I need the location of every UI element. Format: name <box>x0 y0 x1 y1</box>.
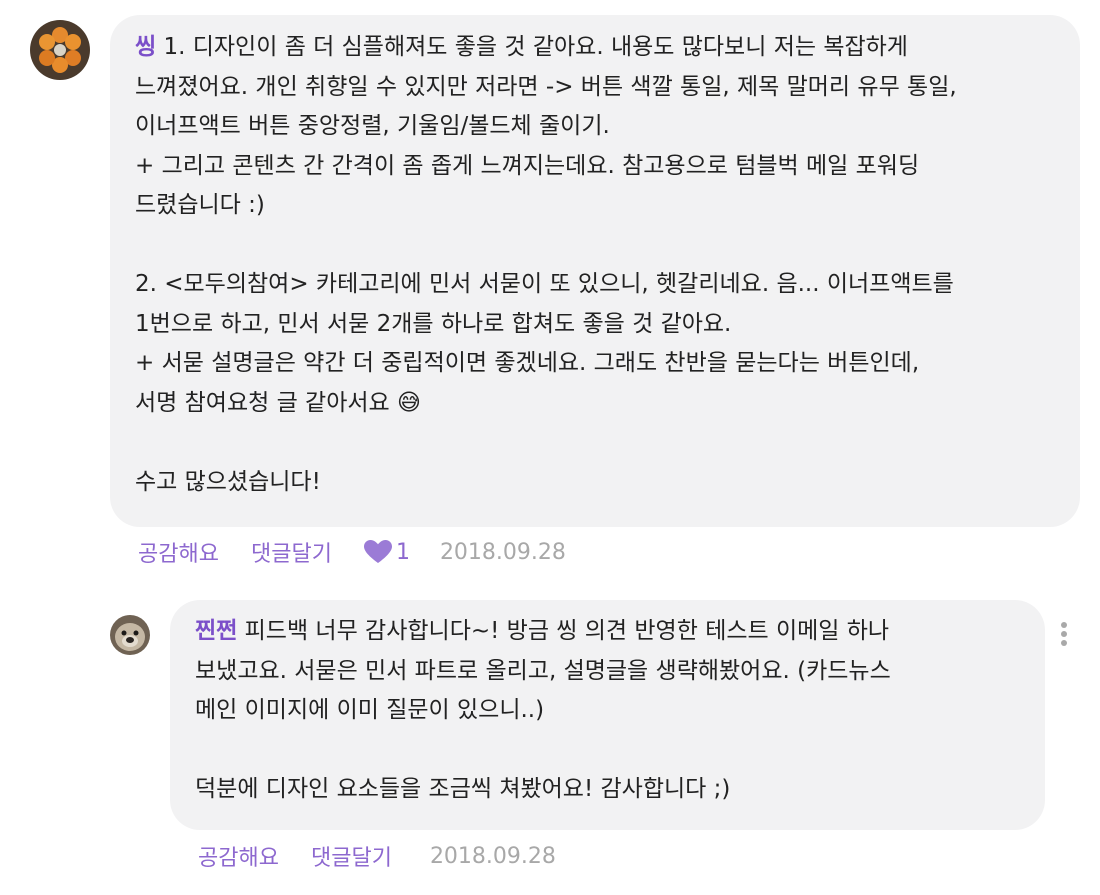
comment-text: 씽 1. 디자인이 좀 더 심플해져도 좋을 것 같아요. 내용도 많다보니 저… <box>135 28 1070 502</box>
reply-button[interactable]: 댓글달기 <box>251 536 332 568</box>
comment-actions: 공감해요 댓글달기 1 2018.09.28 <box>138 536 566 568</box>
reply-like-button[interactable]: 공감해요 <box>198 840 279 872</box>
heart-icon <box>363 540 392 563</box>
like-count[interactable]: 1 <box>363 539 410 565</box>
reply-reply-button[interactable]: 댓글달기 <box>311 840 392 872</box>
comment-body: 1. 디자인이 좀 더 심플해져도 좋을 것 같아요. 내용도 많다보니 저는 … <box>135 34 957 495</box>
oranges-avatar-image <box>30 20 90 80</box>
like-count-value: 1 <box>395 539 410 565</box>
more-vertical-icon[interactable] <box>1058 620 1070 650</box>
reply-avatar[interactable] <box>110 615 150 655</box>
reply-actions: 공감해요 댓글달기 2018.09.28 <box>198 840 556 872</box>
avatar[interactable] <box>30 20 90 80</box>
reply-author[interactable]: 찐쩐 <box>195 618 237 644</box>
dog-avatar-image <box>110 615 150 655</box>
reply-text: 찐쩐 피드백 너무 감사합니다~! 방금 씽 의견 반영한 테스트 이메일 하나… <box>195 612 1025 810</box>
reply-date: 2018.09.28 <box>429 843 556 869</box>
comment-date: 2018.09.28 <box>439 539 566 565</box>
like-button[interactable]: 공감해요 <box>138 536 219 568</box>
reply-body: 피드백 너무 감사합니다~! 방금 씽 의견 반영한 테스트 이메일 하나 보냈… <box>195 618 891 802</box>
comment-author[interactable]: 씽 <box>135 34 156 60</box>
